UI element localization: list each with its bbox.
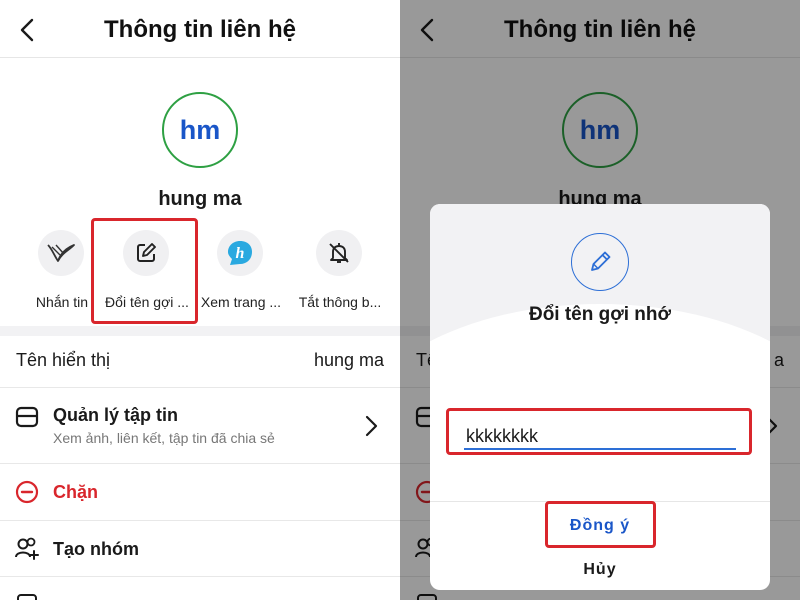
header-bar: Thông tin liên hệ	[0, 0, 400, 58]
highlight-box	[91, 218, 198, 324]
add-group-icon	[15, 537, 39, 560]
cancel-button[interactable]: Hủy	[430, 561, 770, 579]
input-highlight-box	[446, 408, 752, 455]
file-manager-title: Quản lý tập tin	[53, 405, 179, 425]
action-label: Xem trang ...	[200, 294, 282, 310]
message-wave-icon	[38, 230, 84, 276]
contact-info-screen: Thông tin liên hệ hm hung ma Nhắn tin Đổ…	[0, 0, 400, 600]
create-group-title: Tạo nhóm	[53, 539, 139, 559]
section-divider	[0, 326, 400, 336]
file-manager-subtitle: Xem ảnh, liên kết, tập tin đã chia sẻ	[53, 430, 275, 446]
block-row[interactable]: Chặn	[0, 464, 400, 521]
action-mute[interactable]: Tắt thông b...	[290, 228, 390, 318]
folder-icon	[15, 406, 39, 428]
avatar[interactable]: hm	[162, 92, 238, 168]
document-icon	[17, 594, 37, 600]
block-title: Chặn	[53, 482, 98, 502]
block-icon	[15, 480, 39, 504]
bell-off-icon	[316, 230, 362, 276]
chevron-right-icon	[365, 415, 378, 437]
next-row-partial[interactable]	[0, 577, 400, 600]
display-name-value: hung ma	[313, 350, 384, 370]
display-name-row[interactable]: Tên hiển thị hung ma	[0, 336, 400, 388]
create-group-row[interactable]: Tạo nhóm	[0, 521, 400, 577]
display-name-label: Tên hiển thị	[16, 350, 111, 370]
dialog-title: Đổi tên gợi nhớ	[528, 304, 672, 325]
svg-text:h: h	[236, 245, 245, 262]
action-label: Tắt thông b...	[298, 294, 382, 310]
confirm-highlight-box	[545, 501, 656, 548]
page-title: Thông tin liên hệ	[104, 16, 296, 43]
contact-name: hung ma	[158, 188, 242, 210]
file-manager-row[interactable]: Quản lý tập tin Xem ảnh, liên kết, tập t…	[0, 388, 400, 464]
avatar-initials: hm	[179, 114, 221, 145]
pencil-icon	[571, 233, 629, 291]
action-view-profile[interactable]: h Xem trang ...	[191, 228, 291, 318]
profile-h-icon: h	[217, 230, 263, 276]
